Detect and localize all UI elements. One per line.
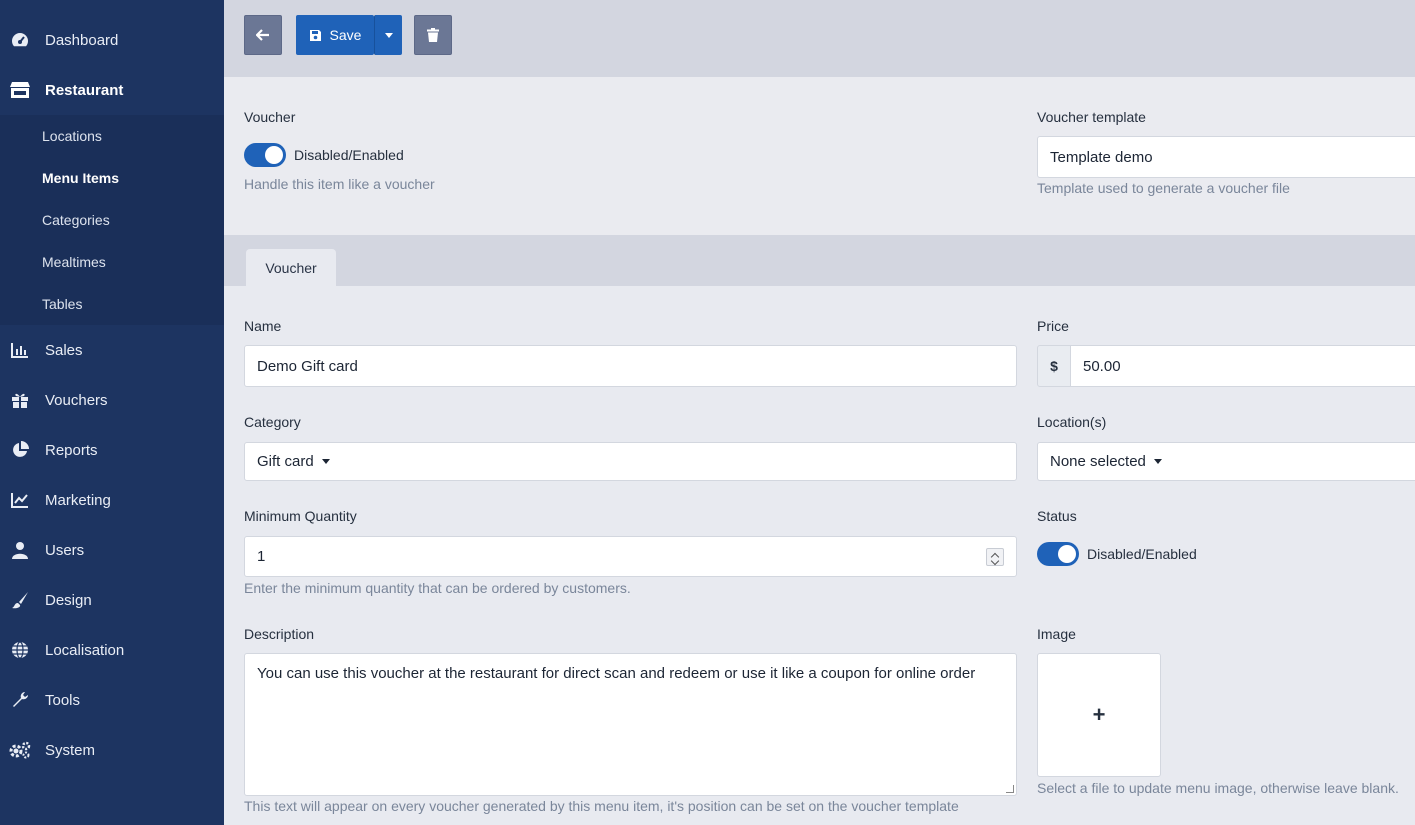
status-toggle-label: Disabled/Enabled — [1087, 546, 1197, 562]
delete-button[interactable] — [414, 15, 452, 55]
sidebar-item-tools[interactable]: Tools — [0, 675, 224, 725]
voucher-template-field[interactable]: Template demo — [1037, 136, 1415, 178]
line-chart-icon — [9, 490, 31, 510]
category-select[interactable]: Gift card — [244, 442, 1017, 481]
sidebar-subitem-categories[interactable]: Categories — [42, 212, 110, 228]
name-label: Name — [244, 318, 282, 334]
speedometer-icon — [9, 30, 31, 50]
sidebar-item-marketing[interactable]: Marketing — [0, 475, 224, 525]
description-value: You can use this voucher at the restaura… — [257, 665, 976, 682]
sidebar: Dashboard Restaurant Locations Menu Item… — [0, 0, 224, 825]
sidebar-subitem-locations[interactable]: Locations — [42, 128, 102, 144]
min-quantity-help: Enter the minimum quantity that can be o… — [244, 580, 631, 596]
description-label: Description — [244, 626, 315, 642]
sidebar-item-restaurant[interactable]: Restaurant — [0, 65, 224, 115]
image-upload-button[interactable]: + — [1037, 653, 1161, 777]
caret-down-icon — [1153, 459, 1162, 464]
voucher-label: Voucher — [244, 109, 296, 125]
locations-select[interactable]: None selected — [1037, 442, 1415, 481]
tab-voucher[interactable]: Voucher — [246, 249, 336, 286]
sidebar-item-dashboard[interactable]: Dashboard — [0, 15, 224, 65]
sidebar-item-label: Sales — [45, 341, 83, 359]
voucher-toggle[interactable] — [244, 143, 286, 167]
sidebar-subitem-tables[interactable]: Tables — [42, 296, 82, 312]
name-value: Demo Gift card — [257, 357, 358, 375]
image-help: Select a file to update menu image, othe… — [1037, 780, 1399, 796]
voucher-template-value: Template demo — [1050, 148, 1153, 166]
resize-handle[interactable] — [1006, 785, 1014, 793]
price-input[interactable]: 50.00 — [1070, 345, 1415, 387]
sidebar-item-design[interactable]: Design — [0, 575, 224, 625]
sidebar-item-label: Restaurant — [45, 81, 124, 99]
status-label: Status — [1037, 508, 1077, 524]
min-quantity-value: 1 — [257, 548, 266, 565]
sidebar-item-label: Tools — [45, 691, 81, 709]
save-button-label: Save — [329, 27, 362, 43]
sidebar-item-label: Localisation — [45, 641, 125, 659]
sidebar-item-label: Design — [45, 591, 92, 609]
image-label: Image — [1037, 626, 1076, 642]
sidebar-item-label: Users — [45, 541, 85, 559]
store-icon — [9, 80, 31, 100]
quantity-stepper[interactable] — [986, 548, 1004, 566]
tab-label: Voucher — [265, 259, 317, 276]
back-button[interactable] — [244, 15, 282, 55]
min-quantity-label: Minimum Quantity — [244, 508, 357, 524]
voucher-template-label: Voucher template — [1037, 109, 1146, 125]
locations-label: Location(s) — [1037, 414, 1107, 430]
sidebar-item-label: Dashboard — [45, 31, 119, 49]
bar-chart-icon — [9, 340, 31, 360]
tab-strip: Voucher — [224, 235, 1415, 286]
voucher-help: Handle this item like a voucher — [244, 176, 435, 192]
sidebar-item-sales[interactable]: Sales — [0, 325, 224, 375]
description-help: This text will appear on every voucher g… — [244, 798, 959, 814]
save-options-dropdown[interactable] — [374, 15, 402, 55]
sidebar-item-system[interactable]: System — [0, 725, 224, 775]
pie-chart-icon — [9, 440, 31, 460]
trash-icon — [427, 28, 439, 42]
caret-down-icon — [384, 32, 393, 38]
name-input[interactable]: Demo Gift card — [244, 345, 1017, 387]
caret-down-icon — [321, 459, 330, 464]
wrench-icon — [9, 690, 31, 710]
sidebar-item-vouchers[interactable]: Vouchers — [0, 375, 224, 425]
sidebar-subitem-menu-items[interactable]: Menu Items — [42, 170, 119, 186]
sidebar-item-label: Reports — [45, 441, 98, 459]
arrow-left-icon — [256, 29, 270, 41]
save-button[interactable]: Save — [296, 15, 374, 55]
paintbrush-icon — [9, 590, 31, 610]
toolbar: Save — [224, 0, 1415, 77]
sidebar-item-reports[interactable]: Reports — [0, 425, 224, 475]
price-value: 50.00 — [1083, 357, 1121, 375]
cogs-icon — [9, 740, 31, 760]
restaurant-submenu: Locations Menu Items Categories Mealtime… — [0, 115, 224, 325]
voucher-template-help: Template used to generate a voucher file — [1037, 180, 1290, 196]
gift-icon — [9, 390, 31, 410]
description-textarea[interactable]: You can use this voucher at the restaura… — [244, 653, 1017, 796]
currency-addon: $ — [1037, 345, 1071, 387]
sidebar-item-users[interactable]: Users — [0, 525, 224, 575]
voucher-toggle-label: Disabled/Enabled — [294, 147, 404, 163]
plus-icon: + — [1092, 702, 1106, 727]
category-value: Gift card — [257, 453, 314, 470]
sidebar-item-label: Marketing — [45, 491, 111, 509]
globe-icon — [9, 640, 31, 660]
price-label: Price — [1037, 318, 1069, 334]
status-toggle[interactable] — [1037, 542, 1079, 566]
sidebar-item-localisation[interactable]: Localisation — [0, 625, 224, 675]
locations-value: None selected — [1050, 453, 1146, 470]
category-label: Category — [244, 414, 301, 430]
floppy-disk-icon — [309, 29, 322, 42]
user-icon — [9, 540, 31, 560]
sidebar-item-label: System — [45, 741, 96, 759]
sidebar-subitem-mealtimes[interactable]: Mealtimes — [42, 254, 106, 270]
min-quantity-input[interactable]: 1 — [244, 536, 1017, 577]
sidebar-item-label: Vouchers — [45, 391, 108, 409]
